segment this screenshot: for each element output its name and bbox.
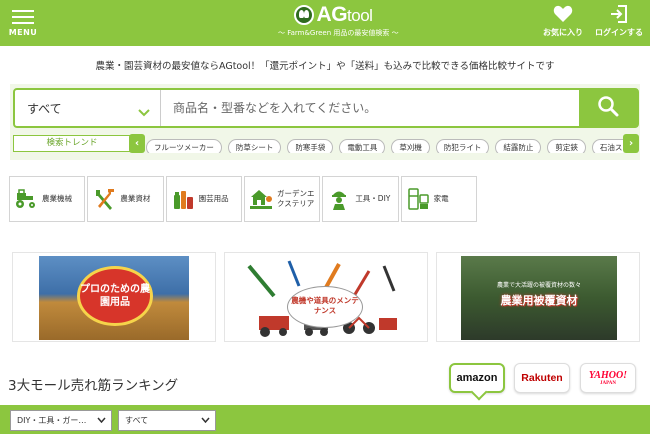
garden-exterior-icon (249, 186, 273, 212)
site-tagline: 農業・園芸資材の最安値ならAGtool！「還元ポイント」や「送料」も込みで比較で… (95, 61, 555, 72)
appliance-icon (406, 186, 430, 212)
category-select[interactable]: すべて (15, 90, 161, 126)
trend-chip[interactable]: フルーツメーカー (146, 139, 222, 153)
amazon-logo: amazon (456, 372, 498, 384)
chevron-down-icon (201, 411, 210, 430)
hamburger-icon (8, 10, 38, 24)
site-logo[interactable]: AGtool ～ Farm&Green 用品の最安値検索 ～ (278, 3, 399, 43)
search-button[interactable] (579, 90, 637, 126)
worker-icon (327, 186, 351, 212)
ranking-filter-bar: DIY・工具・ガー… すべて (0, 405, 650, 434)
trend-chip[interactable]: 防草シート (227, 139, 282, 153)
menu-button[interactable]: MENU (8, 6, 38, 40)
chevron-right-icon: › (628, 138, 634, 149)
logo-mark-icon (293, 5, 314, 25)
banner-image: 農業で大活躍の被覆資材の数々 農業用被覆資材 (461, 256, 617, 340)
logo-text: AGtool (316, 3, 373, 26)
category-nav: 農業機械 農業資材 園芸用品 ガーデンエクステリア 工具・DIY 家電 (9, 176, 479, 222)
trend-next-button[interactable]: › (623, 134, 639, 153)
trend-prev-button[interactable]: ‹ (129, 134, 145, 153)
ranking-category-select[interactable]: DIY・工具・ガー… (10, 410, 112, 431)
category-appliances[interactable]: 家電 (400, 176, 477, 222)
trend-chip[interactable]: 剪定鋏 (547, 139, 586, 153)
ranking-subcategory-select[interactable]: すべて (118, 410, 216, 431)
category-tools-diy[interactable]: 工具・DIY (322, 176, 399, 222)
ranking-subcategory-value: すべて (125, 416, 149, 425)
chevron-down-icon (138, 102, 150, 121)
banner-pro-garden[interactable]: プロのための農園用品 (12, 252, 216, 342)
rakuten-logo: Rakuten (521, 372, 563, 384)
trend-chip[interactable]: 草刈機 (391, 139, 430, 153)
trend-chip[interactable]: 防犯ライト (435, 139, 490, 153)
banner-text: 農業用被覆資材 (500, 294, 578, 307)
search-trend-label: 検索トレンド (13, 135, 131, 152)
search-input[interactable] (161, 90, 581, 126)
category-label: 工具・DIY (355, 194, 391, 204)
trend-chip-list: フルーツメーカー防草シート防寒手袋電動工具草刈機防犯ライト結露防止剪定鋏石油スト (146, 135, 623, 153)
mall-tab-rakuten[interactable]: Rakuten (514, 363, 570, 393)
favorites-button[interactable]: お気に入り (541, 4, 585, 38)
login-label: ログインする (595, 28, 643, 37)
banner-subtext: 農業で大活躍の被覆資材の数々 (496, 282, 581, 289)
banner-image: 農機や道具のメンテナンス (229, 256, 405, 340)
login-button[interactable]: ログインする (593, 4, 645, 38)
search-icon (597, 95, 619, 121)
category-label: 園芸用品 (198, 194, 229, 204)
banner-image: プロのための農園用品 (39, 256, 189, 340)
search-bar: すべて (13, 88, 639, 128)
mall-tab-amazon[interactable]: amazon (449, 363, 505, 393)
tools-icon (92, 186, 116, 212)
category-agri-machinery[interactable]: 農業機械 (9, 176, 86, 222)
banner-agri-cover[interactable]: 農業で大活躍の被覆資材の数々 農業用被覆資材 (436, 252, 640, 342)
menu-label: MENU (8, 28, 38, 37)
category-label: 家電 (433, 194, 449, 204)
tractor-icon (14, 186, 38, 212)
category-label: 農業機械 (42, 194, 72, 204)
mall-tab-yahoo[interactable]: YAHOO! JAPAN (580, 363, 636, 393)
trend-chip[interactable]: 防寒手袋 (287, 139, 334, 153)
logo-subtitle: ～ Farm&Green 用品の最安値検索 ～ (278, 29, 399, 37)
heart-icon (541, 4, 585, 24)
category-agri-materials[interactable]: 農業資材 (87, 176, 164, 222)
header: MENU AGtool ～ Farm&Green 用品の最安値検索 ～ お気に入… (0, 0, 650, 46)
yahoo-logo: YAHOO! JAPAN (588, 369, 628, 386)
search-panel: すべて 検索トレンド ‹ フルーツメーカー防草シート防寒手袋電動工具草刈機防犯ラ… (10, 84, 640, 160)
banner-text: プロのための農園用品 (77, 266, 153, 326)
favorites-label: お気に入り (543, 28, 583, 37)
category-select-value: すべて (27, 102, 62, 116)
login-icon (593, 4, 645, 24)
ranking-title: 3大モール売れ筋ランキング (8, 378, 179, 394)
garden-supplies-icon (171, 186, 195, 212)
trend-chip[interactable]: 結露防止 (495, 139, 542, 153)
chevron-down-icon (97, 411, 106, 430)
ranking-category-value: DIY・工具・ガー… (17, 416, 87, 425)
trend-chip[interactable]: 電動工具 (339, 139, 386, 153)
category-garden-supplies[interactable]: 園芸用品 (165, 176, 242, 222)
trend-chip[interactable]: 石油スト (591, 139, 623, 153)
category-label: ガーデンエクステリア (276, 189, 315, 208)
banner-maintenance[interactable]: 農機や道具のメンテナンス (224, 252, 428, 342)
chevron-left-icon: ‹ (134, 138, 140, 149)
category-garden-exterior[interactable]: ガーデンエクステリア (243, 176, 321, 222)
category-label: 農業資材 (120, 194, 151, 204)
banner-text: 農機や道具のメンテナンス (287, 286, 363, 328)
